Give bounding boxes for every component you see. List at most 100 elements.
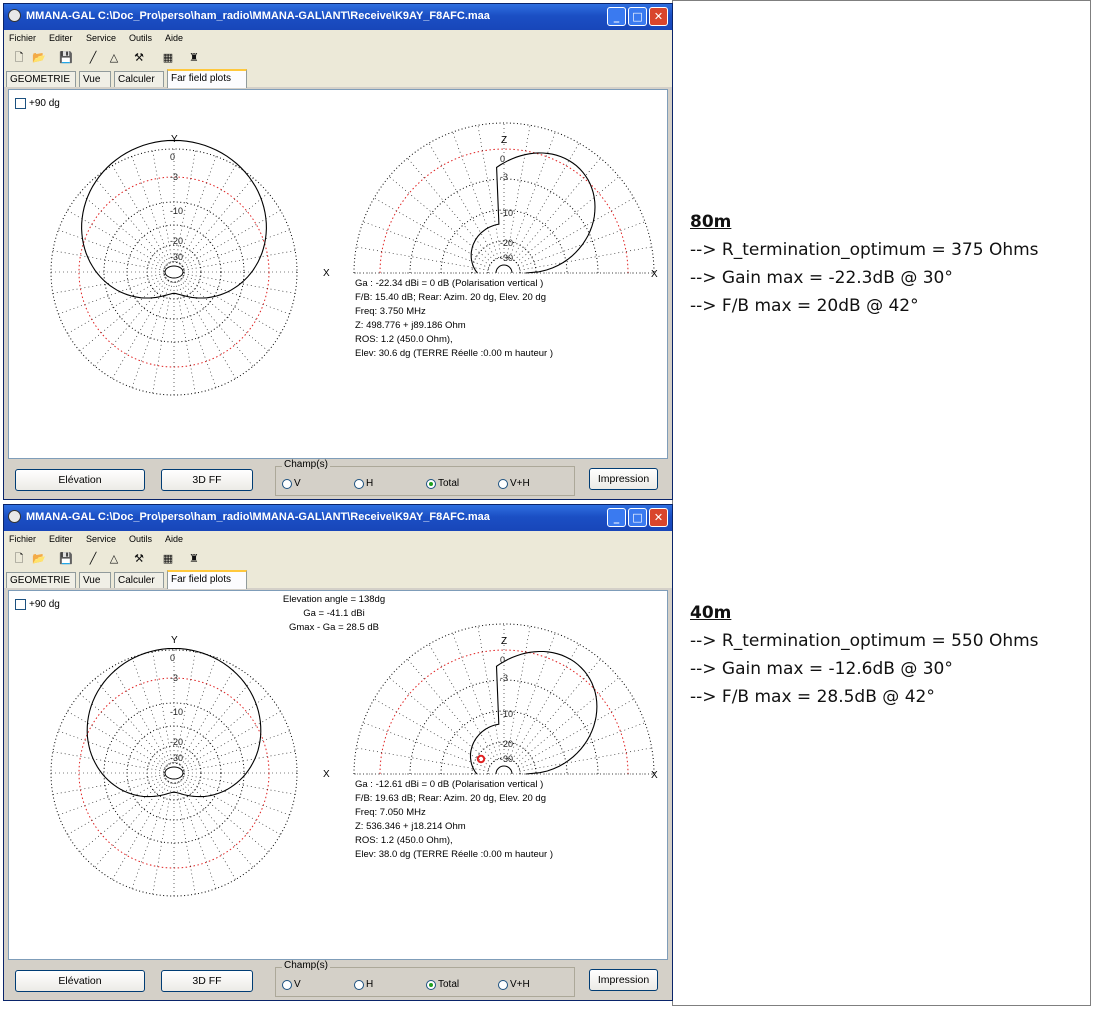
open-folder-icon[interactable]: 📂 bbox=[32, 552, 46, 566]
radio-dot[interactable] bbox=[498, 979, 508, 990]
line-tool-icon[interactable]: ╱ bbox=[86, 51, 100, 65]
save-icon[interactable]: 💾 bbox=[59, 51, 73, 65]
grid-spoke bbox=[511, 643, 580, 761]
plus90-checkbox-wrap[interactable]: +90 dg bbox=[15, 98, 60, 109]
elevation-button[interactable]: Elévation bbox=[15, 469, 145, 491]
radio-v[interactable]: V bbox=[282, 478, 301, 489]
close-button[interactable]: ✕ bbox=[649, 508, 668, 527]
tab-geometrie[interactable]: GEOMETRIE bbox=[6, 71, 76, 87]
radio-h[interactable]: H bbox=[354, 979, 373, 990]
menu-fichier[interactable]: Fichier bbox=[9, 534, 36, 544]
info-line: ROS: 1.2 (450.0 Ohm), bbox=[355, 835, 453, 846]
grid-spoke bbox=[182, 276, 281, 334]
radio-vh[interactable]: V+H bbox=[498, 979, 530, 990]
person-icon[interactable]: ♜ bbox=[187, 552, 201, 566]
menu-editer[interactable]: Editer bbox=[49, 534, 73, 544]
radio-dot[interactable] bbox=[354, 979, 364, 990]
axis-label-z: Z bbox=[501, 636, 507, 647]
grid-spoke bbox=[519, 747, 652, 772]
notes-80m-line: --> Gain max = -22.3dB @ 30° bbox=[690, 268, 953, 288]
save-icon[interactable]: 💾 bbox=[59, 552, 73, 566]
tab-strip: GEOMETRIE Vue Calculer Far field plots bbox=[4, 69, 672, 88]
bottom-controls: Elévation 3D FF Champ(s) V H Total V+H I… bbox=[4, 960, 672, 1000]
grid-spoke bbox=[67, 276, 166, 334]
new-file-icon[interactable]: 🗋 bbox=[12, 552, 26, 566]
info-line: Z: 536.346 + j18.214 Ohm bbox=[355, 821, 466, 832]
grid-spoke bbox=[519, 246, 652, 271]
grid-spoke bbox=[52, 774, 165, 795]
tab-calculer[interactable]: Calculer bbox=[114, 71, 164, 87]
tab-calculer[interactable]: Calculer bbox=[114, 572, 164, 588]
menu-service[interactable]: Service bbox=[86, 33, 116, 43]
elevation-pattern bbox=[470, 152, 596, 274]
ring-label: -3 bbox=[500, 673, 508, 683]
info-line: Ga : -22.34 dBi = 0 dB (Polarisation ver… bbox=[355, 278, 544, 289]
radio-vh[interactable]: V+H bbox=[498, 478, 530, 489]
calculator-icon[interactable]: ▦ bbox=[161, 552, 175, 566]
radio-dot[interactable] bbox=[282, 478, 292, 489]
radio-v[interactable]: V bbox=[282, 979, 301, 990]
grid-spoke bbox=[516, 176, 620, 263]
radio-total[interactable]: Total bbox=[426, 478, 459, 489]
minimize-button[interactable]: _ bbox=[607, 508, 626, 527]
tab-geometrie[interactable]: GEOMETRIE bbox=[6, 572, 76, 588]
grid-spoke bbox=[177, 156, 217, 263]
line-tool-icon[interactable]: ╱ bbox=[86, 552, 100, 566]
3d-ff-button[interactable]: 3D FF bbox=[161, 970, 253, 992]
ring-label: -30 bbox=[170, 252, 183, 262]
maximize-button[interactable]: □ bbox=[628, 7, 647, 26]
radio-dot-selected[interactable] bbox=[426, 979, 436, 990]
maximize-button[interactable]: □ bbox=[628, 508, 647, 527]
plus90-checkbox[interactable] bbox=[15, 98, 26, 109]
radio-dot[interactable] bbox=[498, 478, 508, 489]
tab-far-field-plots[interactable]: Far field plots bbox=[167, 69, 247, 88]
notes-40m-line: --> F/B max = 28.5dB @ 42° bbox=[690, 687, 935, 707]
menu-outils[interactable]: Outils bbox=[129, 534, 152, 544]
menu-editer[interactable]: Editer bbox=[49, 33, 73, 43]
ring-label: -30 bbox=[500, 253, 513, 263]
grid-spoke bbox=[388, 677, 492, 764]
menu-aide[interactable]: Aide bbox=[165, 534, 183, 544]
calculator-icon[interactable]: ▦ bbox=[161, 51, 175, 65]
grid-spoke bbox=[177, 782, 217, 889]
plus90-checkbox-wrap[interactable]: +90 dg bbox=[15, 599, 60, 610]
axis-label-x: X bbox=[651, 770, 658, 781]
notes-40m-line: --> R_termination_optimum = 550 Ohms bbox=[690, 631, 1039, 651]
radio-total[interactable]: Total bbox=[426, 979, 459, 990]
info-line: Freq: 3.750 MHz bbox=[355, 306, 426, 317]
person-icon[interactable]: ♜ bbox=[187, 51, 201, 65]
plus90-checkbox[interactable] bbox=[15, 599, 26, 610]
triangle-tool-icon[interactable]: △ bbox=[107, 51, 121, 65]
radio-h[interactable]: H bbox=[354, 478, 373, 489]
tools-icon[interactable]: ⚒ bbox=[132, 552, 146, 566]
title-bar[interactable]: MMANA-GAL C:\Doc_Pro\perso\ham_radio\MMA… bbox=[4, 505, 672, 531]
ring-label: -3 bbox=[500, 172, 508, 182]
radio-dot[interactable] bbox=[354, 478, 364, 489]
radio-label: H bbox=[366, 478, 374, 489]
radio-dot[interactable] bbox=[282, 979, 292, 990]
triangle-tool-icon[interactable]: △ bbox=[107, 552, 121, 566]
close-button[interactable]: ✕ bbox=[649, 7, 668, 26]
tab-far-field-plots[interactable]: Far field plots bbox=[167, 570, 247, 589]
elevation-button[interactable]: Elévation bbox=[15, 970, 145, 992]
grid-spoke bbox=[517, 698, 635, 767]
new-file-icon[interactable]: 🗋 bbox=[12, 51, 26, 65]
print-button[interactable]: Impression bbox=[589, 468, 658, 490]
menu-outils[interactable]: Outils bbox=[129, 33, 152, 43]
minimize-button[interactable]: _ bbox=[607, 7, 626, 26]
menu-fichier[interactable]: Fichier bbox=[9, 33, 36, 43]
menu-aide[interactable]: Aide bbox=[165, 33, 183, 43]
open-folder-icon[interactable]: 📂 bbox=[32, 51, 46, 65]
3d-ff-button[interactable]: 3D FF bbox=[161, 469, 253, 491]
tab-vue[interactable]: Vue bbox=[79, 71, 111, 87]
notes-80m-line: --> F/B max = 20dB @ 42° bbox=[690, 296, 919, 316]
print-button[interactable]: Impression bbox=[589, 969, 658, 991]
menu-service[interactable]: Service bbox=[86, 534, 116, 544]
title-bar[interactable]: MMANA-GAL C:\Doc_Pro\perso\ham_radio\MMA… bbox=[4, 4, 672, 30]
radio-dot-selected[interactable] bbox=[426, 478, 436, 489]
tab-vue[interactable]: Vue bbox=[79, 572, 111, 588]
axis-label-z: Z bbox=[501, 135, 507, 146]
tools-icon[interactable]: ⚒ bbox=[132, 51, 146, 65]
far-field-plot-area: Y X 0 -3 -10 -20 -30 Z X 0 -3 -10 -20 -30 +90 dg Elev… bbox=[8, 590, 668, 960]
grid-spoke bbox=[175, 782, 196, 895]
